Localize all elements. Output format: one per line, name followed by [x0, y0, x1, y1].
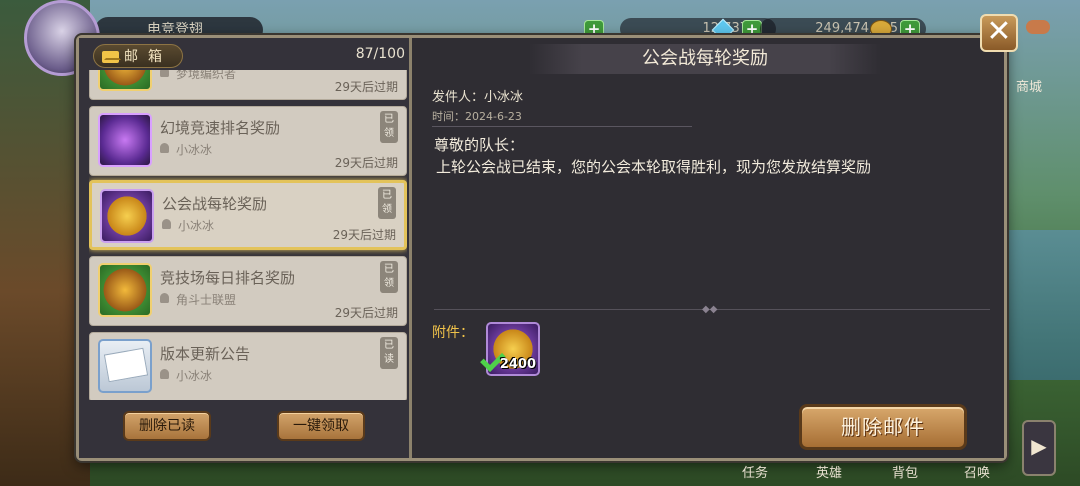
- mail-body: 上轮公会战已结束，您的公会本轮取得胜利，现为您发放结算奖励: [436, 158, 872, 176]
- inbox-header: 邮箱 87/100: [85, 42, 407, 70]
- mail-expiry: 29天后过期: [334, 306, 398, 320]
- inbox-title: 邮箱: [93, 44, 183, 68]
- shop-label[interactable]: 商城: [1016, 76, 1042, 95]
- tab-quests[interactable]: 任务: [742, 462, 768, 481]
- close-button[interactable]: ✕: [980, 14, 1018, 52]
- mail-expiry: 29天后过期: [334, 156, 398, 170]
- mail-detail-panel: 公会战每轮奖励 发件人：小冰冰 时间：2024-6-23 尊敬的队长： 上轮公会…: [412, 38, 1004, 458]
- mail-sender: 小冰冰: [178, 219, 215, 233]
- mail-detail-title: 公会战每轮奖励: [529, 44, 881, 74]
- attachment-qty: 2400: [499, 357, 536, 372]
- mail-sender: 梦境编织者: [176, 70, 237, 81]
- tab-heroes[interactable]: 英雄: [816, 462, 842, 481]
- guild-coin-icon: [100, 189, 154, 243]
- gold-treasure-icon: [98, 263, 152, 317]
- claim-all-button[interactable]: 一键领取: [277, 411, 365, 441]
- mail-sender: 角斗士联盟: [176, 293, 237, 307]
- attachment-item[interactable]: 2400: [480, 322, 540, 376]
- gold-treasure-icon: [98, 70, 152, 91]
- mail-item[interactable]: 幻境竞速排名奖励 小冰冰 29天后过期 已领: [89, 106, 407, 176]
- inbox-title-text: 邮箱: [124, 49, 172, 65]
- delete-mail-button[interactable]: 删除邮件: [799, 404, 967, 450]
- read-badge: 已领: [380, 111, 398, 143]
- divider-ornament-icon: ◆◆: [702, 304, 718, 315]
- mail-list[interactable]: 梦境编织者 29天后过期 幻境竞速排名奖励 小冰冰 29天后过期 已领 公会战每…: [89, 70, 407, 400]
- inbox-count: 87/100: [355, 46, 405, 62]
- sender-icon: [160, 70, 169, 77]
- mail-title: 竞技场每日排名奖励: [160, 269, 296, 287]
- read-badge: 已领: [378, 187, 396, 219]
- mail-title: 版本更新公告: [160, 345, 251, 363]
- mail-list-panel: 邮箱 87/100 梦境编织者 29天后过期 幻境竞速排名奖励 小冰冰 29天后…: [79, 38, 412, 458]
- delete-read-button[interactable]: 删除已读: [123, 411, 211, 441]
- mailbox-dialog: 邮箱 87/100 梦境编织者 29天后过期 幻境竞速排名奖励 小冰冰 29天后…: [76, 35, 1007, 461]
- bottom-tabs: 任务 英雄 背包 召唤: [720, 462, 1040, 484]
- divider: [432, 126, 692, 127]
- tab-bag[interactable]: 背包: [892, 462, 918, 481]
- tab-summon[interactable]: 召唤: [964, 462, 990, 481]
- mail-sender: 小冰冰: [176, 143, 213, 157]
- sender-icon: [160, 369, 169, 379]
- mail-item[interactable]: 竞技场每日排名奖励 角斗士联盟 29天后过期 已领: [89, 256, 407, 326]
- mail-item-selected[interactable]: 公会战每轮奖励 小冰冰 29天后过期 已领: [89, 180, 407, 250]
- mail-title: 幻境竞速排名奖励: [160, 119, 281, 137]
- mail-item[interactable]: 梦境编织者 29天后过期: [89, 70, 407, 100]
- stamina-icon: [1026, 20, 1050, 34]
- resource-bar: 电竞登翅 12,737 + + 249,474,605 +: [0, 8, 1080, 43]
- mail-expiry: 29天后过期: [332, 228, 396, 242]
- mail-from: 发件人：小冰冰: [432, 90, 524, 105]
- attachment-label: 附件：: [432, 325, 474, 341]
- read-badge: 已领: [380, 261, 398, 293]
- read-badge: 已读: [380, 337, 398, 369]
- purple-card-icon: [98, 113, 152, 167]
- mail-sender: 小冰冰: [176, 369, 213, 383]
- sender-icon: [162, 219, 171, 229]
- mail-expiry: 29天后过期: [334, 80, 398, 94]
- mail-item[interactable]: 版本更新公告 小冰冰 已读: [89, 332, 407, 400]
- sender-icon: [160, 143, 169, 153]
- mail-icon: [102, 51, 119, 63]
- sender-icon: [160, 293, 169, 303]
- mail-time: 时间：2024-6-23: [432, 110, 522, 123]
- letter-icon: [98, 339, 152, 393]
- mail-greeting: 尊敬的队长：: [434, 136, 525, 154]
- mail-title: 公会战每轮奖励: [162, 195, 268, 213]
